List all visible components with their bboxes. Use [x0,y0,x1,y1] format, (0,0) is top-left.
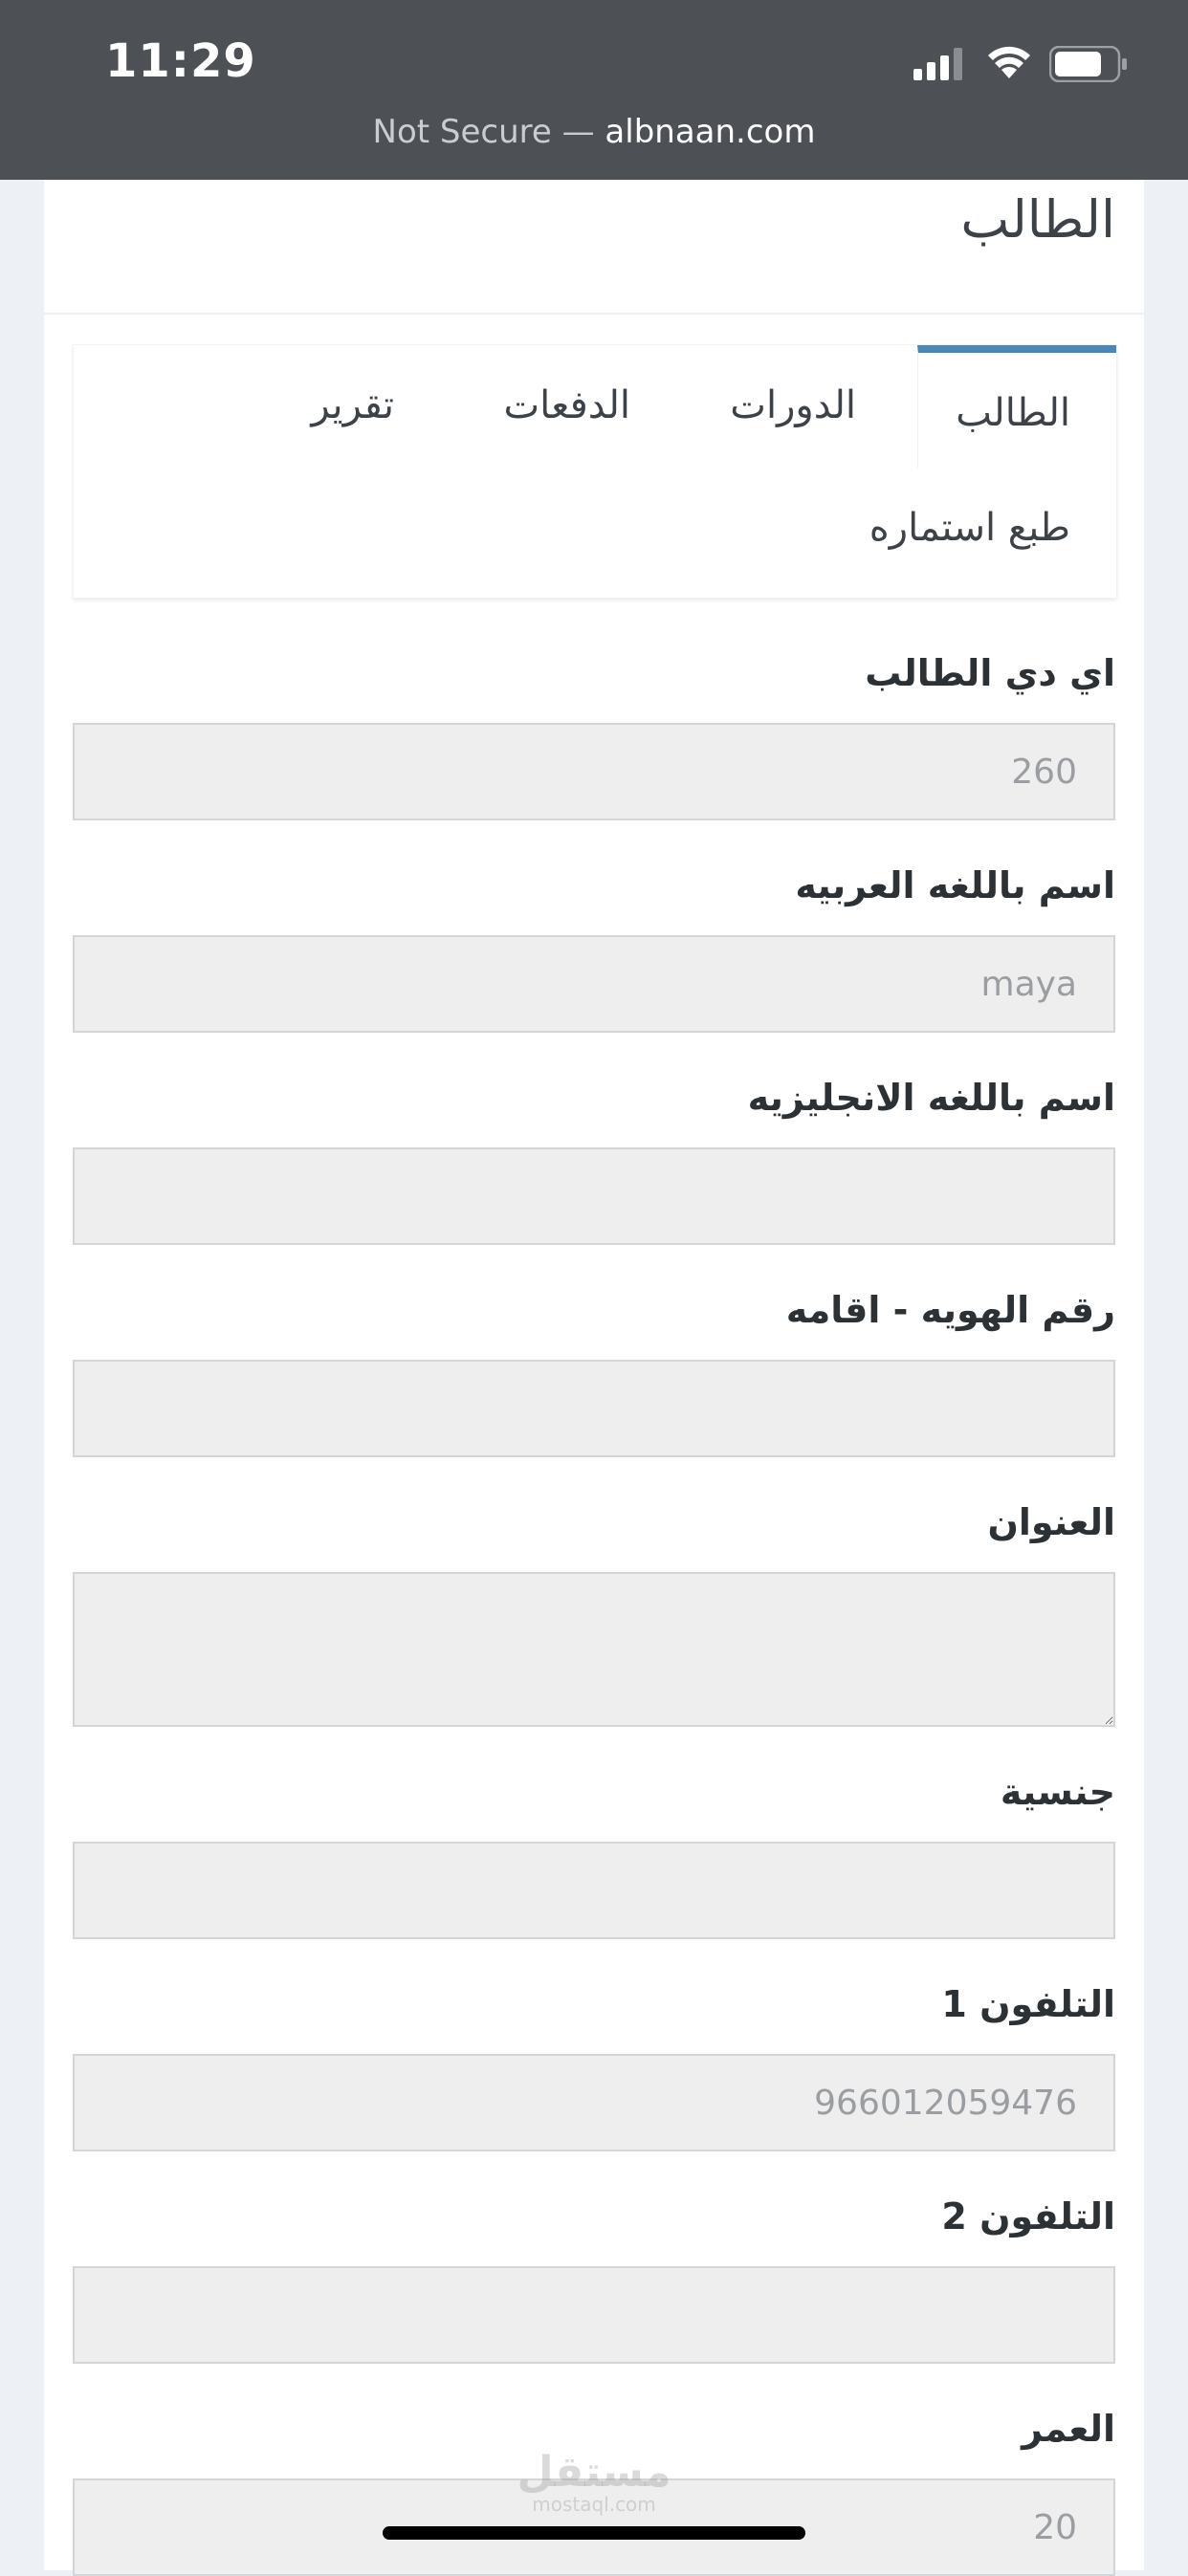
home-indicator[interactable] [383,2526,805,2540]
phone2-label: التلفون 2 [941,2195,1115,2238]
watermark: مستقل mostaql.com [0,2448,1188,2516]
page-title: الطالب [960,189,1115,250]
id-number-field[interactable] [73,1360,1115,1457]
student-card: الطالب الطالب الدورات الدفعات تقرير طبع … [44,180,1144,2576]
watermark-arabic: مستقل [517,2448,671,2497]
name-arabic-field[interactable] [73,935,1115,1033]
tab-courses[interactable]: الدورات [730,383,856,427]
age-label: العمر [1022,2408,1115,2450]
tab-student[interactable]: الطالب [917,345,1116,468]
title-divider [44,313,1144,315]
name-english-label: اسم باللغه الانجليزيه [747,1077,1115,1119]
status-bar: 11:29 Not Secure — albnaan.com [0,0,1188,180]
tab-print-form[interactable]: طبع استماره [869,506,1070,550]
tab-bar: الطالب الدورات الدفعات تقرير طبع استماره [73,344,1117,599]
student-id-label: اي دي الطالب [865,652,1115,694]
tab-report[interactable]: تقرير [311,383,394,427]
signal-icon [913,48,962,80]
address-bar[interactable]: Not Secure — albnaan.com [0,113,1188,151]
name-arabic-label: اسم باللغه العربيه [795,864,1115,906]
tab-payments[interactable]: الدفعات [503,383,630,427]
nationality-field[interactable] [73,1842,1115,1939]
battery-icon [1049,46,1127,82]
student-id-field[interactable] [73,723,1115,820]
phone1-label: التلفون 1 [941,1983,1115,2025]
status-time: 11:29 [105,34,256,88]
address-field[interactable] [73,1572,1115,1727]
address-label: العنوان [987,1501,1115,1543]
phone1-field[interactable] [73,2054,1115,2151]
tab-student-label: الطالب [956,391,1070,435]
url-security-label: Not Secure — [372,113,605,151]
url-domain: albnaan.com [605,113,816,151]
wifi-icon [988,46,1030,78]
id-number-label: رقم الهويه - اقامه [785,1289,1115,1331]
nationality-label: جنسية [1000,1771,1115,1813]
watermark-latin: mostaql.com [532,2493,656,2516]
phone2-field[interactable] [73,2266,1115,2364]
name-english-field[interactable] [73,1147,1115,1245]
